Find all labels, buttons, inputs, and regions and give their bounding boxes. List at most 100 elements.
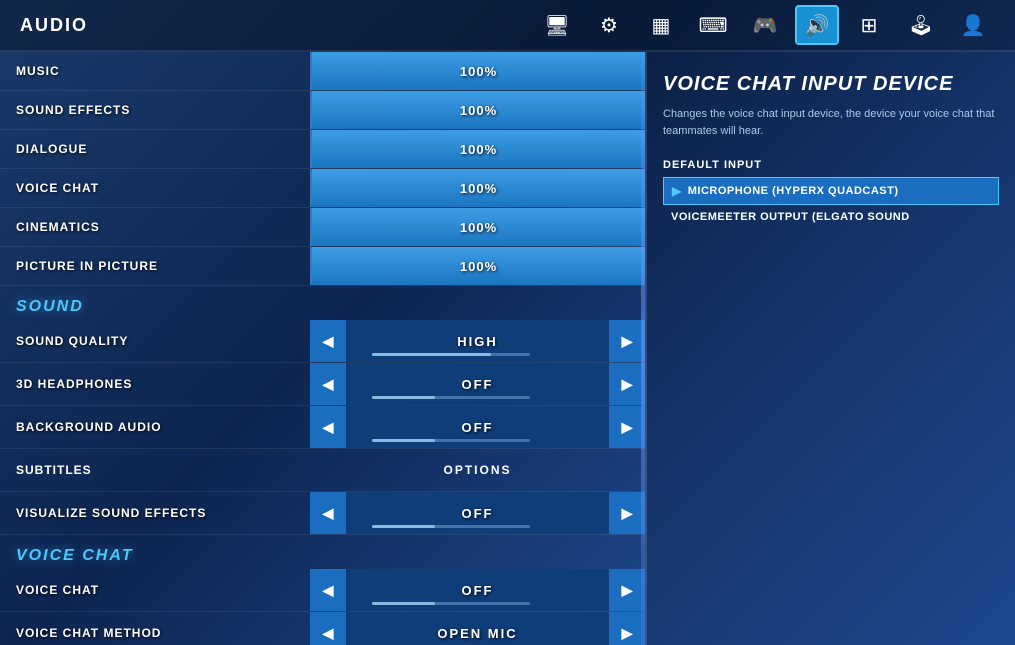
headphones-progress-fill — [372, 396, 435, 399]
vc-toggle-progress-fill — [372, 602, 435, 605]
music-value: 100% — [460, 64, 497, 79]
cinematics-label: CINEMATICS — [0, 212, 310, 242]
pip-row: PICTURE IN PICTURE 100% — [0, 247, 645, 286]
vc-toggle-value-container: OFF — [346, 569, 609, 611]
page-title: AUDIO — [20, 15, 88, 36]
gamepad-icon-btn[interactable]: 🕹 — [899, 5, 943, 45]
scroll-divider — [641, 52, 645, 645]
visualize-row: VISUALIZE SOUND EFFECTS ◀ OFF ▶ — [0, 492, 645, 535]
cinematics-value: 100% — [460, 220, 497, 235]
vc-method-label: VOICE CHAT METHOD — [0, 618, 310, 645]
vc-method-value: OPEN MIC — [437, 626, 517, 641]
visualize-prev-btn[interactable]: ◀ — [310, 492, 346, 534]
visualize-value: OFF — [462, 506, 494, 521]
visualize-progress-fill — [372, 525, 435, 528]
headphones-value: OFF — [462, 377, 494, 392]
left-panel: MUSIC 100% SOUND EFFECTS 100% DIALOGUE 1… — [0, 52, 645, 645]
sound-effects-label: SOUND EFFECTS — [0, 95, 310, 125]
subtitles-options-btn[interactable]: OPTIONS — [310, 449, 645, 491]
sound-section-header: SOUND — [0, 286, 645, 320]
device-microphone-name: MICROPHONE (HYPERX QUADCAST) — [688, 185, 899, 197]
bg-audio-prev-btn[interactable]: ◀ — [310, 406, 346, 448]
gear-icon-btn[interactable]: ⚙ — [587, 5, 631, 45]
keyboard-icon-btn[interactable]: ⌨ — [691, 5, 735, 45]
vc-toggle-next-btn[interactable]: ▶ — [609, 569, 645, 611]
headphones-label: 3D HEADPHONES — [0, 369, 310, 399]
vc-toggle-progress-bar — [372, 602, 530, 605]
pip-value: 100% — [460, 259, 497, 274]
subtitles-row: SUBTITLES OPTIONS — [0, 449, 645, 492]
sound-quality-value-container: HIGH — [346, 320, 609, 362]
right-panel-description: Changes the voice chat input device, the… — [663, 106, 999, 139]
voice-chat-vol-bar[interactable]: 100% — [310, 169, 645, 207]
sound-quality-prev-btn[interactable]: ◀ — [310, 320, 346, 362]
visualize-progress-bar — [372, 525, 530, 528]
sound-quality-label: SOUND QUALITY — [0, 326, 310, 356]
device-voicemeeter-name: VOICEMEETER OUTPUT (ELGATO SOUND — [671, 211, 910, 223]
bg-audio-label: BACKGROUND AUDIO — [0, 412, 310, 442]
bg-audio-value-container: OFF — [346, 406, 609, 448]
sound-quality-next-btn[interactable]: ▶ — [609, 320, 645, 362]
sound-quality-progress-bar — [372, 353, 530, 356]
bg-audio-progress-bar — [372, 439, 530, 442]
vc-toggle-row: VOICE CHAT ◀ OFF ▶ — [0, 569, 645, 612]
dialogue-bar[interactable]: 100% — [310, 130, 645, 168]
headphones-control: ◀ OFF ▶ — [310, 363, 645, 405]
vc-method-prev-btn[interactable]: ◀ — [310, 612, 346, 645]
vc-toggle-value: OFF — [462, 583, 494, 598]
headphones-prev-btn[interactable]: ◀ — [310, 363, 346, 405]
dialogue-value: 100% — [460, 142, 497, 157]
device-microphone-item[interactable]: ▶ MICROPHONE (HYPERX QUADCAST) — [663, 177, 999, 205]
bg-audio-next-btn[interactable]: ▶ — [609, 406, 645, 448]
selected-arrow-icon: ▶ — [672, 184, 682, 198]
sound-quality-progress-fill — [372, 353, 490, 356]
vc-method-control: ◀ OPEN MIC ▶ — [310, 612, 645, 645]
cinematics-bar[interactable]: 100% — [310, 208, 645, 246]
visualize-next-btn[interactable]: ▶ — [609, 492, 645, 534]
visualize-control: ◀ OFF ▶ — [310, 492, 645, 534]
right-panel: VOICE CHAT INPUT DEVICE Changes the voic… — [645, 52, 1015, 645]
sound-quality-row: SOUND QUALITY ◀ HIGH ▶ — [0, 320, 645, 363]
pip-bar[interactable]: 100% — [310, 247, 645, 285]
account-icon-btn[interactable]: 👤 — [951, 5, 995, 45]
nav-icons: 🖥 ⚙ ▦ ⌨ 🎮 🔊 ⊞ 🕹 👤 — [535, 5, 995, 45]
headphones-next-btn[interactable]: ▶ — [609, 363, 645, 405]
sound-effects-bar[interactable]: 100% — [310, 91, 645, 129]
headphones-row: 3D HEADPHONES ◀ OFF ▶ — [0, 363, 645, 406]
right-panel-title: VOICE CHAT INPUT DEVICE — [663, 72, 999, 96]
sound-effects-row: SOUND EFFECTS 100% — [0, 91, 645, 130]
vc-toggle-prev-btn[interactable]: ◀ — [310, 569, 346, 611]
monitor-icon-btn[interactable]: 🖥 — [535, 5, 579, 45]
vc-method-next-btn[interactable]: ▶ — [609, 612, 645, 645]
headphones-value-container: OFF — [346, 363, 609, 405]
bg-audio-progress-fill — [372, 439, 435, 442]
main-layout: MUSIC 100% SOUND EFFECTS 100% DIALOGUE 1… — [0, 52, 1015, 645]
sound-effects-value: 100% — [460, 103, 497, 118]
visualize-label: VISUALIZE SOUND EFFECTS — [0, 498, 310, 528]
voice-chat-section-header: VOICE CHAT — [0, 535, 645, 569]
music-bar[interactable]: 100% — [310, 52, 645, 90]
controller-icon-btn[interactable]: 🎮 — [743, 5, 787, 45]
bg-audio-row: BACKGROUND AUDIO ◀ OFF ▶ — [0, 406, 645, 449]
visualize-value-container: OFF — [346, 492, 609, 534]
right-panel-section-label: DEFAULT INPUT — [663, 159, 999, 171]
dialogue-label: DIALOGUE — [0, 134, 310, 164]
vc-toggle-label: VOICE CHAT — [0, 575, 310, 605]
headphones-progress-bar — [372, 396, 530, 399]
sound-quality-control: ◀ HIGH ▶ — [310, 320, 645, 362]
subtitles-label: SUBTITLES — [0, 455, 310, 485]
audio-icon-btn[interactable]: 🔊 — [795, 5, 839, 45]
music-row: MUSIC 100% — [0, 52, 645, 91]
voice-chat-vol-value: 100% — [460, 181, 497, 196]
dialogue-row: DIALOGUE 100% — [0, 130, 645, 169]
vc-toggle-control: ◀ OFF ▶ — [310, 569, 645, 611]
device-voicemeeter-item[interactable]: VOICEMEETER OUTPUT (ELGATO SOUND — [663, 205, 999, 229]
voice-chat-vol-label: VOICE CHAT — [0, 173, 310, 203]
vc-method-row: VOICE CHAT METHOD ◀ OPEN MIC ▶ — [0, 612, 645, 645]
bg-audio-control: ◀ OFF ▶ — [310, 406, 645, 448]
sound-quality-value: HIGH — [457, 334, 498, 349]
vc-method-value-container: OPEN MIC — [346, 612, 609, 645]
network-icon-btn[interactable]: ⊞ — [847, 5, 891, 45]
display-icon-btn[interactable]: ▦ — [639, 5, 683, 45]
voice-chat-vol-row: VOICE CHAT 100% — [0, 169, 645, 208]
